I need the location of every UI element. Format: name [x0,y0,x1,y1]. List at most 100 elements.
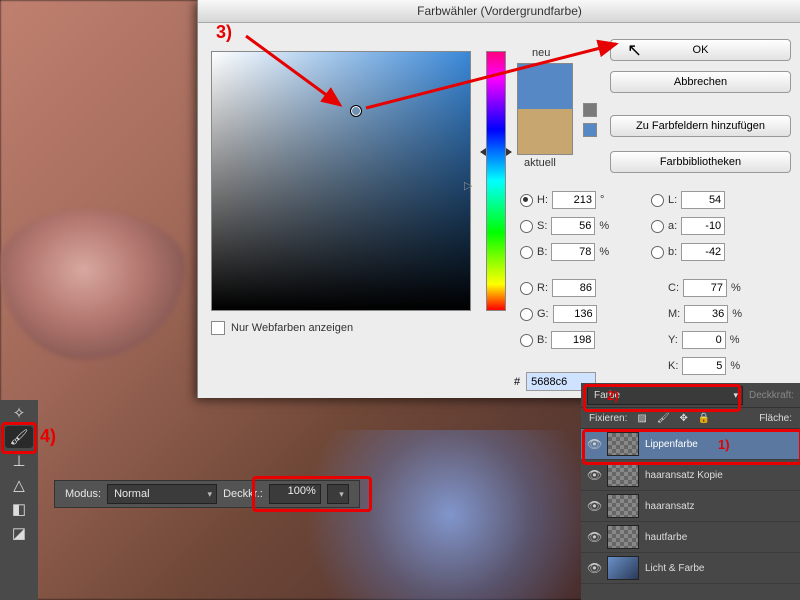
webonly-label: Nur Webfarben anzeigen [231,322,353,334]
tools-strip: ✧ 🖌 ⊥ △ ◧ ◪ [0,400,38,600]
current-color-swatch [518,109,572,154]
fill-label: Fläche: [759,413,792,424]
annotation-1: 1) [718,437,730,452]
ok-button[interactable]: OK [610,39,791,61]
saturation-value-field[interactable] [211,51,471,311]
visibility-toggle-icon[interactable]: 👁 [587,530,601,544]
bl-input[interactable] [551,331,595,349]
layers-panel: Farbe Deckkraft: Fixieren: ▨ 🖌 ✥ 🔒 Fläch… [581,383,800,600]
s-row[interactable]: S: % [520,217,609,235]
b-row[interactable]: B: % [520,243,609,261]
y-input[interactable] [682,331,726,349]
brush-tool-icon[interactable]: 🖌 [5,426,33,448]
healing-tool-icon[interactable]: ✧ [5,402,33,424]
lb-row[interactable]: b: [651,243,725,261]
visibility-toggle-icon[interactable]: 👁 [587,561,601,575]
layer-name: haaransatz Kopie [645,470,723,481]
opacity-stepper[interactable] [327,484,349,504]
layer-thumbnail[interactable] [607,525,639,549]
websafe-icon[interactable] [583,123,597,137]
L-radio[interactable] [651,194,664,207]
webonly-row[interactable]: Nur Webfarben anzeigen [211,321,353,335]
b-radio[interactable] [520,246,533,259]
hex-label: # [514,376,520,388]
c-input[interactable] [683,279,727,297]
visibility-toggle-icon[interactable]: 👁 [587,437,601,451]
layer-lippenfarbe[interactable]: 👁 Lippenfarbe [581,429,800,460]
h-row[interactable]: H: ° [520,191,604,209]
layer-haaransatz[interactable]: 👁 haaransatz [581,491,800,522]
layer-thumbnail[interactable] [607,494,639,518]
c-row: C:% [668,279,741,297]
s-input[interactable] [551,217,595,235]
sharpen-tool-icon[interactable]: △ [5,474,33,496]
a-input[interactable] [681,217,725,235]
opacity-input[interactable]: 100% [269,484,321,504]
lock-move-icon[interactable]: ✥ [680,413,688,424]
hue-slider-caret-icon: ▷ [464,179,472,192]
g-radio[interactable] [520,308,533,321]
new-color-label: neu [532,47,550,59]
layer-hautfarbe[interactable]: 👁 hautfarbe [581,522,800,553]
annotation-2: 2) [607,388,619,403]
a-row[interactable]: a: [651,217,725,235]
hue-slider[interactable] [486,51,506,311]
layer-name: Licht & Farbe [645,563,704,574]
lock-row: Fixieren: ▨ 🖌 ✥ 🔒 Fläche: [581,407,800,429]
layer-thumbnail[interactable] [607,463,639,487]
deck-label: Deckkraft: [749,390,794,401]
visibility-toggle-icon[interactable]: 👁 [587,468,601,482]
glare-region [290,430,610,600]
g-row[interactable]: G: [520,305,597,323]
h-input[interactable] [552,191,596,209]
lock-paint-icon[interactable]: 🖌 [657,413,670,424]
layer-name: hautfarbe [645,532,687,543]
layer-licht-farbe[interactable]: 👁 Licht & Farbe [581,553,800,584]
layer-name: haaransatz [645,501,694,512]
annotation-4: 4) [40,426,56,447]
color-libraries-button[interactable]: Farbbibliotheken [610,151,791,173]
h-radio[interactable] [520,194,533,207]
sv-marker[interactable] [350,105,362,117]
current-color-label: aktuell [524,157,556,169]
webonly-checkbox[interactable] [211,321,225,335]
a-radio[interactable] [651,220,664,233]
layer-thumbnail[interactable] [607,432,639,456]
r-input[interactable] [552,279,596,297]
lock-trans-icon[interactable]: ▨ [637,413,646,424]
mode-dropdown[interactable]: Normal [107,484,217,504]
m-input[interactable] [684,305,728,323]
color-swatch [517,63,573,155]
lock-label: Fixieren: [589,413,627,424]
lb-input[interactable] [681,243,725,261]
swatch-tool-icon[interactable]: ◪ [5,522,33,544]
add-swatches-button[interactable]: Zu Farbfeldern hinzufügen [610,115,791,137]
cube-icon[interactable] [583,103,597,117]
cancel-button[interactable]: Abbrechen [610,71,791,93]
layer-thumbnail[interactable] [607,556,639,580]
visibility-toggle-icon[interactable]: 👁 [587,499,601,513]
g-input[interactable] [553,305,597,323]
s-radio[interactable] [520,220,533,233]
k-row: K:% [668,357,740,375]
dialog-title: Farbwähler (Vordergrundfarbe) [198,0,800,23]
k-input[interactable] [682,357,726,375]
m-row: M:% [668,305,742,323]
mode-label: Modus: [65,488,101,500]
opacity-label: Deckkr.: [223,488,263,500]
lb-radio[interactable] [651,246,664,259]
r-radio[interactable] [520,282,533,295]
stamp-tool-icon[interactable]: ⊥ [5,450,33,472]
b-input[interactable] [551,243,595,261]
brush-options-bar: Modus: Normal Deckkr.: 100% [54,480,360,508]
L-input[interactable] [681,191,725,209]
new-color-swatch [518,64,572,109]
bl-radio[interactable] [520,334,533,347]
r-row[interactable]: R: [520,279,596,297]
bl-row[interactable]: B: [520,331,595,349]
L-row[interactable]: L: [651,191,725,209]
layer-haaransatz-kopie[interactable]: 👁 haaransatz Kopie [581,460,800,491]
eraser-tool-icon[interactable]: ◧ [5,498,33,520]
y-row: Y:% [668,331,740,349]
lock-all-icon[interactable]: 🔒 [698,413,710,424]
